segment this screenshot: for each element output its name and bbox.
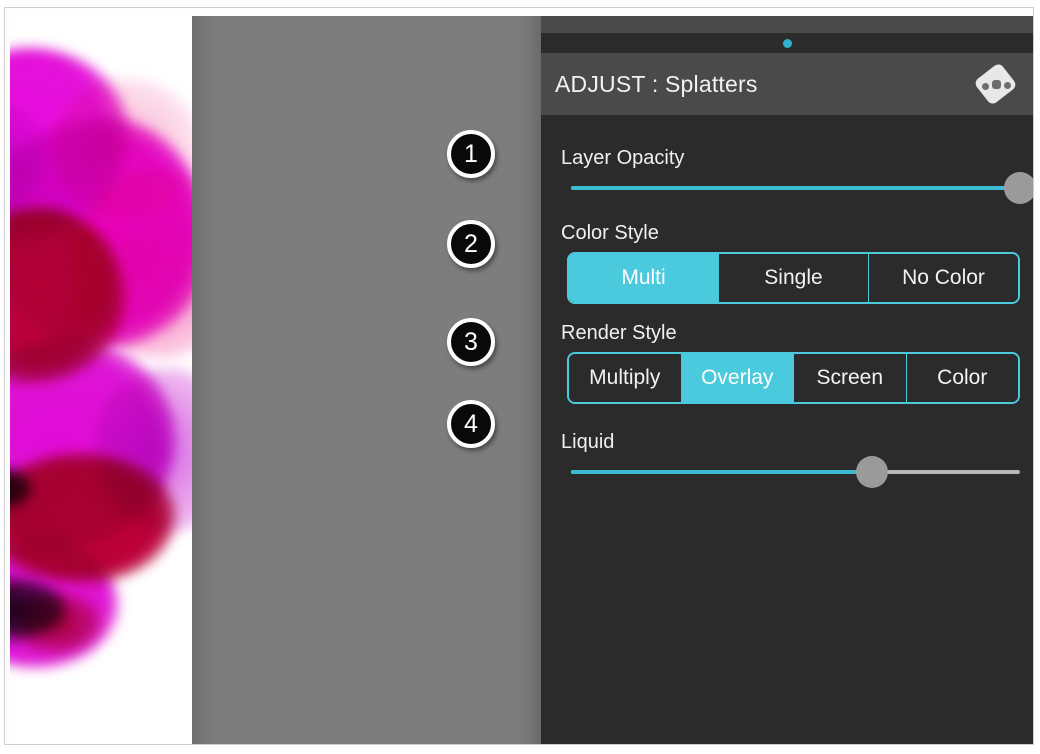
blob-crimson-3 — [15, 593, 100, 653]
slider-fill — [571, 186, 1020, 190]
color-style-label: Color Style — [561, 222, 659, 244]
deck-pip-right — [1004, 82, 1011, 89]
screenshot-root: 1 2 3 4 ADJUST : Splatters Layer Opacity… — [0, 0, 1040, 754]
segment-color-style-multi[interactable]: Multi — [569, 254, 719, 302]
segment-render-style-color[interactable]: Color — [906, 354, 1018, 402]
slider-handle[interactable] — [855, 456, 888, 488]
layer-opacity-slider[interactable] — [571, 172, 1033, 204]
panel-body: Layer Opacity Color Style Multi Single N… — [541, 115, 1033, 744]
panel-page-indicator-bar[interactable] — [541, 33, 1033, 53]
render-style-label: Render Style — [561, 322, 677, 344]
callout-badge-1: 1 — [447, 130, 495, 178]
page-dot-icon[interactable] — [782, 38, 792, 48]
liquid-slider[interactable] — [571, 456, 1020, 488]
callout-number: 4 — [464, 409, 478, 438]
callout-badge-4: 4 — [447, 400, 495, 448]
callout-number: 1 — [464, 139, 478, 168]
segment-color-style-no-color[interactable]: No Color — [869, 254, 1018, 302]
cards-deck-icon[interactable] — [973, 61, 1019, 107]
artwork-canvas[interactable] — [10, 16, 192, 744]
segment-color-style-single[interactable]: Single — [719, 254, 869, 302]
callout-badge-2: 2 — [447, 220, 495, 268]
panel-top-bar — [541, 16, 1033, 33]
tool-workspace[interactable] — [192, 16, 541, 744]
app-window: 1 2 3 4 ADJUST : Splatters Layer Opacity… — [4, 7, 1034, 745]
segment-render-style-overlay[interactable]: Overlay — [681, 354, 794, 402]
segment-render-style-screen[interactable]: Screen — [794, 354, 907, 402]
callout-number: 3 — [464, 327, 478, 356]
deck-pip-center — [992, 80, 1001, 89]
panel-header: ADJUST : Splatters — [541, 53, 1033, 115]
render-style-segmented-control[interactable]: Multiply Overlay Screen Color — [567, 352, 1020, 404]
segment-render-style-multiply[interactable]: Multiply — [569, 354, 682, 402]
liquid-label: Liquid — [561, 431, 615, 453]
color-style-segmented-control[interactable]: Multi Single No Color — [567, 252, 1020, 304]
slider-handle[interactable] — [1004, 172, 1033, 204]
slider-fill — [571, 470, 872, 474]
layer-opacity-label: Layer Opacity — [561, 147, 685, 169]
adjust-panel: ADJUST : Splatters Layer Opacity Color S… — [541, 16, 1033, 744]
callout-badge-3: 3 — [447, 318, 495, 366]
watercolor-splatter-artwork — [10, 38, 192, 668]
page-title: ADJUST : Splatters — [555, 70, 758, 97]
deck-pip-left — [982, 83, 989, 90]
callout-number: 2 — [464, 229, 478, 258]
